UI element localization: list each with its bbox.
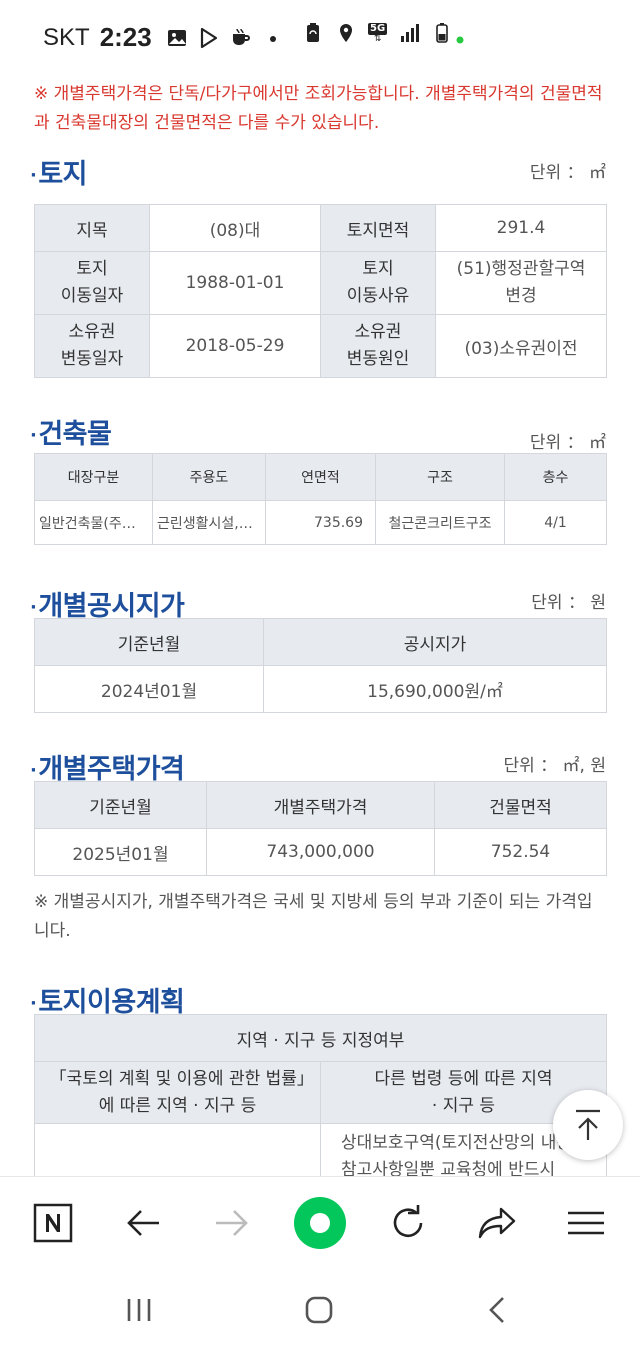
section-title-land: ·토지 [30,159,88,190]
building-floors: 4/1 [504,500,607,545]
building-table: 대장구분 주용도 연면적 구조 층수 일반건축물(주… 근린생활시설,… 735… [34,453,607,545]
column-header: 연면적 [265,453,376,501]
land-price-unit: 단위 ： 원 [531,593,606,613]
menu-button[interactable] [556,1195,616,1251]
land-use-main-header: 지역 · 지구 등 지정여부 [34,1014,607,1062]
column-header: 대장구분 [34,453,153,501]
column-header: 구조 [375,453,505,501]
table-row: 지목 (08)대 토지면적 291.4 [34,204,607,252]
share-button[interactable] [467,1195,527,1251]
arrow-up-to-top-icon [576,1109,600,1140]
building-unit: 단위 ： ㎡ [529,433,606,453]
location-icon [340,24,352,42]
notice-house-price: ※ 개별주택가격은 단독/다가구에서만 조회가능합니다. 개별주택가격의 건물면… [34,84,603,133]
signal-icon [401,24,420,42]
column-header: 건물면적 [434,781,607,829]
column-header: 공시지가 [263,618,607,666]
building-floor-area: 735.69 [265,500,376,545]
building-main-use[interactable]: 근린생활시설,… [152,500,266,545]
column-header: 개별주택가격 [206,781,435,829]
table-header-row: 대장구분 주용도 연면적 구조 층수 [34,453,607,501]
land-use-national-law-cell [34,1123,321,1176]
table-header-row: 기준년월 공시지가 [34,618,607,666]
land-price-date: 2024년01월 [34,665,264,713]
recent-apps-icon [127,1299,151,1321]
house-price-table: 기준년월 개별주택가격 건물면적 2025년01월 743,000,000 75… [34,781,607,876]
gallery-icon [167,29,186,46]
land-value: 2018-05-29 [149,314,321,378]
land-use-table: 지역 · 지구 등 지정여부 「국토의 계획 및 이용에 관한 법률」에 따른 … [34,1014,607,1176]
table-row: 소유권 변동일자 2018-05-29 소유권 변동원인 (03)소유권이전 [34,314,607,378]
back-icon [489,1297,504,1323]
menu-icon [568,1211,604,1235]
recent-apps-button[interactable] [114,1288,164,1332]
dot-indicator-icon [269,35,276,42]
land-header: 토지면적 [320,204,436,252]
land-header: 토지 이동일자 [34,251,150,315]
building-structure: 철근콘크리트구조 [375,500,505,545]
land-value: 291.4 [435,204,607,252]
system-nav-bar [0,1268,640,1351]
green-dot-icon [294,1197,346,1249]
refresh-icon [393,1205,423,1238]
table-row: 토지 이동일자 1988-01-01 토지 이동사유 (51)행정관할구역 변경 [34,251,607,315]
green-dot-button[interactable] [290,1195,350,1251]
table-row: 2024년01월 15,690,000원/㎡ [34,665,607,713]
land-header: 토지 이동사유 [320,251,436,315]
play-store-icon [200,27,217,48]
scroll-top-button[interactable] [553,1090,623,1160]
nav-back-button[interactable] [472,1288,522,1332]
clock: 2:23 [99,22,152,52]
refresh-button[interactable] [378,1195,438,1251]
naver-n-icon [33,1203,73,1243]
land-price-table: 기준년월 공시지가 2024년01월 15,690,000원/㎡ [34,618,607,713]
house-building-area: 752.54 [434,828,607,876]
land-value: 1988-01-01 [149,251,321,315]
house-price-unit: 단위 ： ㎡, 원 [503,756,606,776]
land-price-value: 15,690,000원/㎡ [263,665,607,713]
table-row: 상대보호구역(토지전산망의 내용은 참고사항일뿐 교육청에 반드시 [34,1123,607,1176]
status-bar: SKT 2:23 5G ⇅ [0,0,640,76]
green-status-dot-icon [456,36,464,44]
section-title-building: ·건축물 [30,419,112,450]
home-button[interactable] [294,1288,344,1332]
battery-saver-icon [307,23,319,42]
column-header: 기준년월 [34,781,207,829]
house-price-date: 2025년01월 [34,828,207,876]
column-header: 주용도 [152,453,266,501]
battery-icon [436,23,448,43]
land-use-national-law-header: 「국토의 계획 및 이용에 관한 법률」에 따른 지역 · 지구 등 [34,1061,321,1124]
table-header-row: 기준년월 개별주택가격 건물면적 [34,781,607,829]
browser-toolbar [0,1176,640,1268]
land-header: 지목 [34,204,150,252]
network-5g-icon: 5G ⇅ [368,22,388,44]
land-header: 소유권 변동일자 [34,314,150,378]
notice-tax-basis: ※ 개별공시지가, 개별주택가격은 국세 및 지방세 등의 부과 기준이 되는 … [34,892,593,941]
page-content[interactable]: ※ 개별주택가격은 단독/다가구에서만 조회가능합니다. 개별주택가격의 건물면… [0,76,640,1176]
table-row[interactable]: 일반건축물(주… 근린생활시설,… 735.69 철근콘크리트구조 4/1 [34,500,607,545]
table-row: 2025년01월 743,000,000 752.54 [34,828,607,876]
table-header-row: 「국토의 계획 및 이용에 관한 법률」에 따른 지역 · 지구 등 다른 법령… [34,1061,607,1124]
back-arrow-icon [127,1210,159,1236]
forward-arrow-icon [216,1210,248,1236]
share-icon [478,1207,516,1239]
house-price-value: 743,000,000 [206,828,435,876]
home-icon [305,1296,333,1324]
building-register-type[interactable]: 일반건축물(주… [34,500,153,545]
land-value: (03)소유권이전 [435,314,607,378]
naver-home-button[interactable] [23,1195,83,1251]
column-header: 기준년월 [34,618,264,666]
back-button[interactable] [113,1195,173,1251]
cafe-cup-icon [232,28,250,45]
land-unit: 단위 ： ㎡ [529,163,606,183]
land-header: 소유권 변동원인 [320,314,436,378]
land-value: (51)행정관할구역 변경 [435,251,607,315]
land-table: 지목 (08)대 토지면적 291.4 토지 이동일자 1988-01-01 토… [34,204,607,378]
column-header: 층수 [504,453,607,501]
forward-button[interactable] [202,1195,262,1251]
table-header-row: 지역 · 지구 등 지정여부 [34,1014,607,1062]
land-value: (08)대 [149,204,321,252]
carrier-label: SKT [43,23,90,51]
